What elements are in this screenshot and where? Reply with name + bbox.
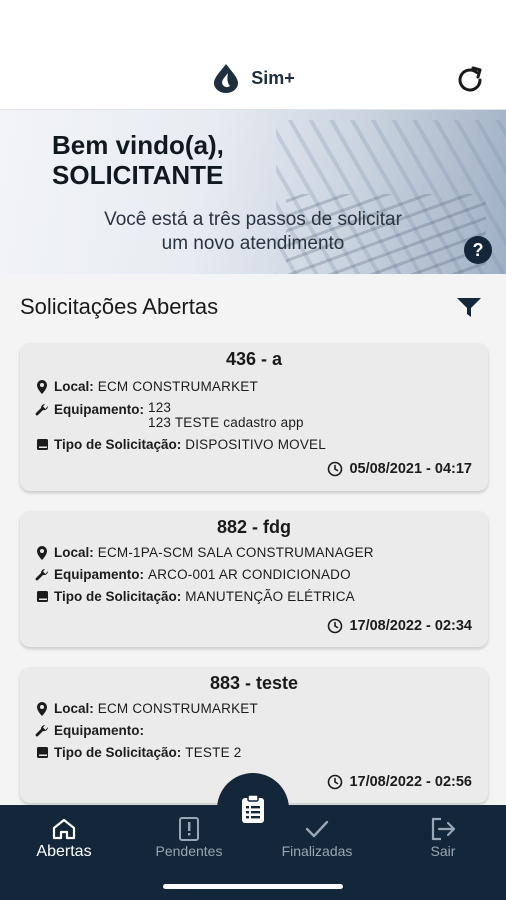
equipment-label: Equipamento: [54, 567, 144, 582]
request-local-row: Local: ECM CONSTRUMARKET [34, 379, 488, 394]
request-type-row: Tipo de Solicitação: DISPOSITIVO MOVEL [34, 437, 488, 452]
local-label: Local: [54, 545, 94, 560]
welcome-user: SOLICITANTE [52, 160, 224, 190]
question-icon: ? [472, 239, 484, 260]
welcome-subtext-line2: um novo atendimento [161, 233, 345, 254]
nav-sair[interactable]: Sair [393, 815, 493, 859]
request-date-value: 05/08/2021 - 04:17 [349, 461, 472, 477]
request-type-row: Tipo de Solicitação: MANUTENÇÃO ELÉTRICA [34, 589, 488, 604]
request-equipment-row: Equipamento: 123 123 TESTE cadastro app [34, 400, 488, 430]
type-value: TESTE 2 [185, 745, 242, 760]
pending-doc-icon [179, 817, 199, 841]
clock-icon [327, 774, 343, 790]
request-equipment-row: Equipamento: ARCO-001 AR CONDICIONADO [34, 567, 488, 582]
request-local-row: Local: ECM-1PA-SCM SALA CONSTRUMANAGER [34, 545, 488, 560]
request-card[interactable]: 436 - a Local: ECM CONSTRUMARKET Equipam… [20, 343, 488, 491]
new-request-button[interactable] [217, 773, 289, 845]
type-label: Tipo de Solicitação: [54, 745, 182, 760]
welcome-subtext: Você está a três passos de solicitar um … [0, 208, 506, 256]
request-equipment-row: Equipamento: [34, 723, 488, 738]
equipment-label: Equipamento: [54, 723, 144, 738]
request-date: 17/08/2022 - 02:56 [327, 774, 472, 790]
refresh-button[interactable] [452, 62, 488, 98]
nav-pendentes-label: Pendentes [155, 843, 223, 859]
welcome-greeting: Bem vindo(a), [52, 130, 224, 160]
local-value: ECM CONSTRUMARKET [97, 379, 258, 394]
home-icon [52, 818, 76, 840]
nav-finalizadas-label: Finalizadas [281, 843, 353, 859]
type-value: DISPOSITIVO MOVEL [185, 437, 326, 452]
clock-icon [327, 461, 343, 477]
book-icon [34, 589, 50, 604]
welcome-banner: Bem vindo(a), SOLICITANTE Você está a tr… [0, 110, 506, 274]
nav-abertas-label: Abertas [36, 843, 92, 860]
local-value: ECM-1PA-SCM SALA CONSTRUMANAGER [97, 545, 374, 560]
help-button[interactable]: ? [464, 236, 492, 264]
nav-sair-label: Sair [430, 843, 456, 859]
equipment-value-line1: 123 [148, 400, 172, 415]
location-pin-icon [34, 379, 50, 394]
request-title: 883 - teste [209, 673, 299, 693]
check-icon [305, 820, 329, 838]
app-brand: Sim+ [0, 62, 506, 94]
equipment-label: Equipamento: [54, 402, 144, 417]
request-date: 17/08/2022 - 02:34 [327, 618, 472, 634]
request-local-row: Local: ECM CONSTRUMARKET [34, 701, 488, 716]
request-type-row: Tipo de Solicitação: TESTE 2 [34, 745, 488, 760]
request-date-value: 17/08/2022 - 02:34 [349, 618, 472, 634]
location-pin-icon [34, 545, 50, 560]
wrench-icon [34, 402, 50, 417]
local-value: ECM CONSTRUMARKET [97, 701, 258, 716]
nav-abertas[interactable]: Abertas [14, 815, 114, 861]
home-indicator [163, 884, 343, 889]
filter-button[interactable] [456, 296, 482, 320]
request-card[interactable]: 882 - fdg Local: ECM-1PA-SCM SALA CONSTR… [20, 511, 488, 647]
local-label: Local: [54, 701, 94, 716]
clock-icon [327, 618, 343, 634]
filter-icon [457, 298, 481, 317]
equipment-value-line2: 123 TESTE cadastro app [148, 415, 304, 430]
book-icon [34, 745, 50, 760]
wrench-icon [34, 723, 50, 738]
refresh-icon [458, 66, 482, 92]
book-icon [34, 437, 50, 452]
welcome-heading: Bem vindo(a), SOLICITANTE [52, 130, 224, 190]
top-bar: Sim+ [0, 0, 506, 110]
request-title: 436 - a [225, 349, 283, 369]
type-label: Tipo de Solicitação: [54, 437, 182, 452]
location-pin-icon [34, 701, 50, 716]
type-label: Tipo de Solicitação: [54, 589, 182, 604]
local-label: Local: [54, 379, 94, 394]
equipment-value: ARCO-001 AR CONDICIONADO [148, 567, 351, 582]
request-date-value: 17/08/2022 - 02:56 [349, 774, 472, 790]
welcome-subtext-line1: Você está a três passos de solicitar [104, 209, 402, 230]
wrench-icon [34, 567, 50, 582]
section-title: Solicitações Abertas [20, 294, 219, 319]
request-title: 882 - fdg [216, 517, 291, 537]
type-value: MANUTENÇÃO ELÉTRICA [185, 589, 355, 604]
request-date: 05/08/2021 - 04:17 [327, 461, 472, 477]
drop-logo-icon [214, 64, 239, 93]
logout-icon [431, 817, 456, 841]
clipboard-icon [242, 794, 264, 823]
app-title: Sim+ [251, 67, 295, 88]
